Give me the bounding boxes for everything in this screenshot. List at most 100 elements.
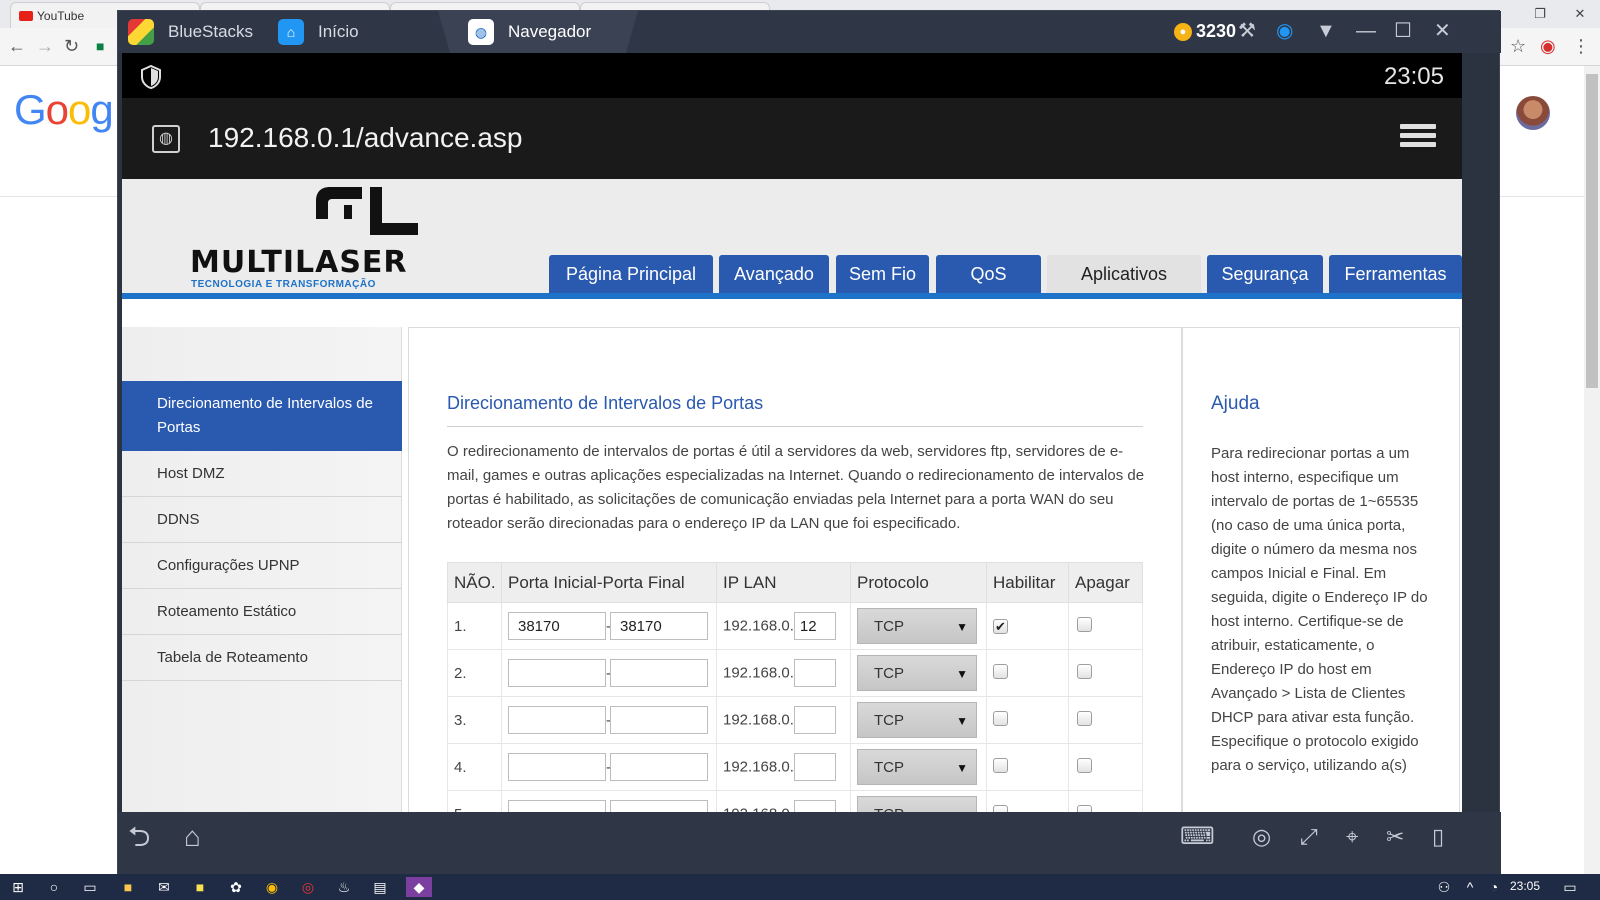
ip-last-octet-input[interactable] — [793, 800, 836, 812]
account-icon[interactable]: ◉ — [1276, 19, 1293, 43]
people-icon[interactable]: ⚇ — [1434, 877, 1454, 897]
file-explorer-icon[interactable]: ■ — [118, 877, 138, 897]
scissors-icon[interactable]: ✂ — [1386, 824, 1404, 850]
enable-checkbox[interactable] — [993, 663, 1008, 679]
protocol-select[interactable]: TCP▼ — [857, 702, 977, 738]
bluestacks-tab-home-app[interactable]: BlueStacks — [128, 11, 278, 53]
restore-icon[interactable]: ❐ — [1520, 0, 1560, 28]
bluestacks-icon[interactable]: ◆ — [406, 877, 432, 897]
back-arrow-icon[interactable]: ← — [8, 36, 26, 56]
bluestacks-tab-inicio[interactable]: ⌂ Início — [278, 11, 458, 53]
chrome-icon[interactable]: ◉ — [262, 877, 282, 897]
ip-last-octet-input[interactable] — [793, 659, 836, 687]
hammer-icon[interactable]: ⚒ — [1238, 19, 1256, 43]
column-header: Porta Inicial-Porta Final — [501, 562, 717, 603]
app-icon[interactable]: ▤ — [370, 877, 390, 897]
opera-icon[interactable]: ◎ — [298, 877, 318, 897]
tab-pagina-principal[interactable]: Página Principal — [549, 255, 713, 293]
notification-icon[interactable]: ▭ — [1560, 877, 1580, 897]
protocol-value: TCP — [874, 712, 904, 729]
maximize-icon[interactable]: ☐ — [1394, 19, 1412, 43]
delete-checkbox[interactable] — [1077, 616, 1092, 632]
protocol-select[interactable]: TCP▼ — [857, 796, 977, 812]
opera-icon[interactable]: ◉ — [1540, 36, 1556, 56]
enable-checkbox[interactable] — [993, 804, 1008, 812]
tab-ferramentas[interactable]: Ferramentas — [1329, 255, 1462, 293]
end-port-input[interactable] — [610, 659, 708, 687]
ip-last-octet-input[interactable] — [793, 753, 836, 781]
delete-checkbox[interactable] — [1077, 804, 1092, 812]
task-view-icon[interactable]: ▭ — [80, 877, 100, 897]
keyboard-icon[interactable]: ⌨ — [1180, 824, 1215, 850]
eye-icon[interactable]: ◎ — [1252, 824, 1271, 850]
delete-cell — [1068, 649, 1143, 697]
enable-cell — [986, 743, 1069, 791]
protocol-select[interactable]: TCP▼ — [857, 749, 977, 785]
bluestacks-tab-navegador[interactable]: ◍ Navegador — [438, 11, 638, 53]
sidebar-item-upnp[interactable]: Configurações UPNP — [122, 543, 402, 589]
delete-checkbox[interactable] — [1077, 663, 1092, 679]
content-area: Direcionamento de Intervalos de Portas H… — [122, 299, 1462, 812]
table-row: 4. -192.168.0. TCP ▼ — [447, 743, 1143, 791]
steam-icon[interactable]: ♨ — [334, 877, 354, 897]
close-icon[interactable]: ✕ — [1560, 0, 1600, 28]
app-icon[interactable]: ✿ — [226, 877, 246, 897]
mail-icon[interactable]: ✉ — [154, 877, 174, 897]
star-icon[interactable]: ☆ — [1510, 36, 1526, 56]
delete-cell — [1068, 743, 1143, 791]
start-port-input[interactable] — [508, 659, 606, 687]
sidebar-item-static-routing[interactable]: Roteamento Estático — [122, 589, 402, 635]
end-port-input[interactable] — [610, 800, 708, 812]
url-input[interactable]: 192.168.0.1/advance.asp — [208, 122, 522, 154]
search-icon[interactable]: ○ — [44, 877, 64, 897]
ip-last-octet-input[interactable] — [793, 612, 836, 640]
start-port-input[interactable] — [508, 800, 606, 812]
android-back-icon[interactable]: ⮌ — [128, 823, 150, 851]
scrollbar-thumb[interactable] — [1586, 74, 1598, 388]
dropdown-icon[interactable]: ▼ — [1316, 19, 1336, 43]
location-pin-icon[interactable]: ⌖ — [1346, 824, 1358, 850]
reload-icon[interactable]: ↻ — [64, 36, 79, 56]
coin-count: 3230 — [1196, 21, 1237, 41]
sidebar-item-port-range-forwarding[interactable]: Direcionamento de Intervalos de Portas — [122, 381, 402, 451]
sticky-notes-icon[interactable]: ■ — [190, 877, 210, 897]
ip-last-octet-input[interactable] — [793, 706, 836, 734]
tab-seguranca[interactable]: Segurança — [1207, 255, 1323, 293]
avatar[interactable] — [1516, 96, 1550, 130]
chevron-up-icon[interactable]: ^ — [1460, 877, 1480, 897]
hamburger-menu-icon[interactable] — [1400, 124, 1436, 152]
enable-checkbox[interactable]: ✔ — [993, 618, 1008, 634]
row-number: 4. — [447, 743, 502, 791]
tab-aplicativos[interactable]: Aplicativos — [1047, 255, 1201, 293]
minimize-icon[interactable]: — — [1356, 19, 1376, 43]
forward-arrow-icon[interactable]: → — [36, 36, 54, 56]
start-port-input[interactable] — [508, 612, 606, 640]
scrollbar[interactable] — [1584, 66, 1600, 880]
protocol-select[interactable]: TCP▼ — [857, 608, 977, 644]
close-icon[interactable]: ✕ — [1434, 19, 1451, 43]
delete-checkbox[interactable] — [1077, 710, 1092, 726]
protocol-value: TCP — [874, 618, 904, 635]
enable-checkbox[interactable] — [993, 757, 1008, 773]
sidebar-item-routing-table[interactable]: Tabela de Roteamento — [122, 635, 402, 681]
end-port-input[interactable] — [610, 612, 708, 640]
fullscreen-icon[interactable]: ⤢ — [1300, 824, 1318, 850]
end-port-input[interactable] — [610, 706, 708, 734]
protocol-select[interactable]: TCP▼ — [857, 655, 977, 691]
enable-checkbox[interactable] — [993, 710, 1008, 726]
start-port-input[interactable] — [508, 706, 606, 734]
menu-dots-icon[interactable]: ⋮ — [1572, 36, 1590, 56]
start-port-input[interactable] — [508, 753, 606, 781]
sidebar-item-host-dmz[interactable]: Host DMZ — [122, 451, 402, 497]
sidebar-item-ddns[interactable]: DDNS — [122, 497, 402, 543]
tab-sem-fio[interactable]: Sem Fio — [836, 255, 929, 293]
windows-start-icon[interactable]: ⊞ — [8, 877, 28, 897]
end-port-input[interactable] — [610, 753, 708, 781]
tab-qos[interactable]: QoS — [936, 255, 1041, 293]
tab-avancado[interactable]: Avançado — [719, 255, 829, 293]
rotate-device-icon[interactable]: ▯ — [1432, 824, 1444, 850]
android-home-icon[interactable]: ⌂ — [184, 823, 201, 851]
section-description: O redirecionamento de intervalos de port… — [447, 443, 1145, 532]
network-icon[interactable]: ◔ — [1484, 877, 1504, 897]
delete-checkbox[interactable] — [1077, 757, 1092, 773]
